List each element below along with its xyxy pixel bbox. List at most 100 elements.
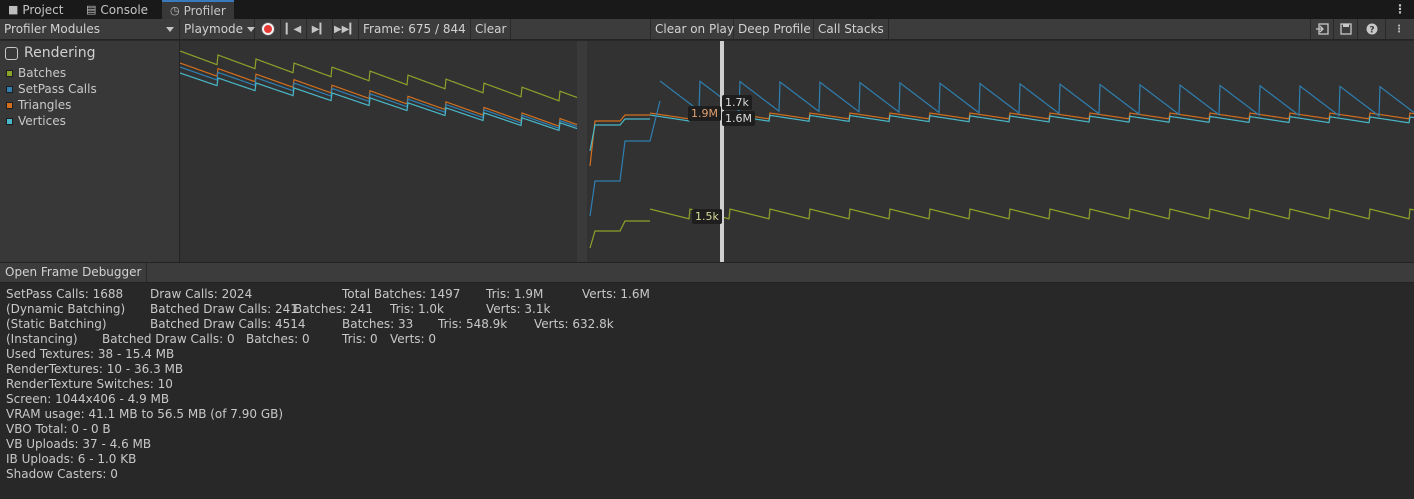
stat-dynamic-batches: Batches: 241 <box>294 302 373 316</box>
frame-debugger-bar: Open Frame Debugger <box>0 262 1414 283</box>
record-button[interactable] <box>255 19 281 39</box>
chart-series-group <box>180 50 1414 249</box>
tab-label: Project <box>22 2 64 17</box>
stat-static-tris: Tris: 548.9k <box>438 317 508 331</box>
call-stacks-label: Call Stacks <box>818 22 884 36</box>
legend-label: SetPass Calls <box>18 82 97 96</box>
rendering-module-header[interactable]: Rendering <box>5 45 96 61</box>
batches-swatch <box>6 69 13 77</box>
stat-vram: VRAM usage: 41.1 MB to 56.5 MB (of 7.90 … <box>6 407 284 421</box>
window-tab-bar: ■ Project ▤ Console ◷ Profiler ⋮ <box>0 0 1414 19</box>
chevron-down-icon <box>166 27 174 32</box>
profiler-modules-dropdown[interactable]: Profiler Modules <box>0 19 180 39</box>
legend-item-batches[interactable]: Batches <box>6 66 66 80</box>
save-icon <box>1339 23 1352 35</box>
help-button[interactable]: ? <box>1358 19 1386 39</box>
stat-instancing-tris: Tris: 0 <box>342 332 378 346</box>
skip-forward-icon: ▶▶▎ <box>333 23 358 35</box>
legend-label: Triangles <box>18 98 72 112</box>
svg-text:?: ? <box>1369 26 1374 36</box>
stat-vbo-total: VBO Total: 0 - 0 B <box>6 422 111 436</box>
profiler-icon: ◷ <box>170 4 180 17</box>
stat-instancing-label: (Instancing) <box>6 332 78 346</box>
rendering-stats-panel: SetPass Calls: 1688 Draw Calls: 2024 Tot… <box>0 284 1414 499</box>
open-frame-debugger-button[interactable]: Open Frame Debugger <box>0 263 148 282</box>
legend-item-triangles[interactable]: Triangles <box>6 98 71 112</box>
frame-counter: Frame: 675 / 844 <box>359 19 471 39</box>
stat-static-batching-label: (Static Batching) <box>6 317 107 331</box>
legend-label: Vertices <box>18 114 66 128</box>
call-stacks-toggle[interactable]: Call Stacks <box>814 19 889 39</box>
skip-back-icon: ▎◀ <box>285 23 302 35</box>
stat-instancing-verts: Verts: 0 <box>390 332 437 346</box>
triangles-swatch <box>6 101 13 109</box>
tab-console[interactable]: ▤ Console <box>78 0 156 19</box>
deep-profile-label: Deep Profile <box>738 22 811 36</box>
stat-instancing-batched: Batched Draw Calls: 0 <box>102 332 235 346</box>
rendering-chart[interactable]: 1.9M 1.7k 1.6M 1.5k <box>180 41 1414 262</box>
stat-render-texture-switches: RenderTexture Switches: 10 <box>6 377 173 391</box>
stat-verts: Verts: 1.6M <box>582 287 650 301</box>
profiler-toolbar: Profiler Modules Playmode ▎◀ ▶▎ ▶▶▎ Fram… <box>0 19 1414 40</box>
stat-instancing-batches: Batches: 0 <box>246 332 310 346</box>
deep-profile-toggle[interactable]: Deep Profile <box>734 19 814 39</box>
help-icon: ? <box>1366 23 1377 36</box>
step-forward-icon: ▶▎ <box>311 23 328 35</box>
console-icon: ▤ <box>86 3 97 16</box>
clear-on-play-toggle[interactable]: Clear on Play <box>650 19 734 39</box>
stat-dynamic-verts: Verts: 3.1k <box>486 302 551 316</box>
clear-button[interactable]: Clear <box>471 19 511 39</box>
kebab-menu-icon[interactable]: ⋮ <box>1394 0 1406 19</box>
vertices-swatch <box>6 117 13 125</box>
tab-project[interactable]: ■ Project <box>0 0 71 19</box>
stat-shadow-casters: Shadow Casters: 0 <box>6 467 118 481</box>
tab-label: Console <box>100 2 149 17</box>
module-title: Rendering <box>24 45 96 61</box>
rendering-chart-plot <box>180 41 1414 262</box>
batches-value-label: 1.5k <box>692 209 722 224</box>
tab-profiler[interactable]: ◷ Profiler <box>162 0 234 19</box>
triangles-value-label: 1.9M <box>688 106 721 121</box>
legend-item-setpass-calls[interactable]: SetPass Calls <box>6 82 97 96</box>
stat-tris: Tris: 1.9M <box>486 287 544 301</box>
save-button[interactable] <box>1334 19 1358 39</box>
first-frame-button[interactable]: ▎◀ <box>281 19 307 39</box>
load-button[interactable] <box>1310 19 1334 39</box>
last-frame-button[interactable]: ▶▶▎ <box>333 19 359 39</box>
record-icon <box>261 23 274 35</box>
stat-total-batches: Total Batches: 1497 <box>342 287 461 301</box>
setpass-swatch <box>6 85 13 93</box>
legend-label: Batches <box>18 66 67 80</box>
load-icon <box>1315 23 1329 35</box>
stat-dynamic-batching-label: (Dynamic Batching) <box>6 302 126 316</box>
stat-dynamic-tris: Tris: 1.0k <box>390 302 444 316</box>
folder-icon: ■ <box>8 3 19 16</box>
stat-screen: Screen: 1044x406 - 4.9 MB <box>6 392 170 406</box>
rendering-module-icon <box>5 46 18 60</box>
triangles-line <box>180 62 578 128</box>
stat-dynamic-batched: Batched Draw Calls: 241 <box>150 302 298 316</box>
chevron-down-icon <box>247 27 256 32</box>
more-options-button[interactable]: ⋮ <box>1386 19 1412 39</box>
profiler-modules-panel: Rendering Batches SetPass Calls Triangle… <box>0 41 180 262</box>
frame-label: Frame: 675 / 844 <box>363 22 466 36</box>
stat-draw-calls: Draw Calls: 2024 <box>150 287 253 301</box>
kebab-menu-icon: ⋮ <box>1394 23 1404 35</box>
stat-render-textures: RenderTextures: 10 - 36.3 MB <box>6 362 184 376</box>
clear-label: Clear <box>475 22 507 36</box>
setpass-value-label: 1.7k <box>722 95 752 110</box>
tab-label: Profiler <box>183 3 226 18</box>
stat-static-verts: Verts: 632.8k <box>534 317 614 331</box>
setpass-line-2 <box>589 80 1414 217</box>
stat-static-batched: Batched Draw Calls: 4514 <box>150 317 306 331</box>
profiler-modules-label: Profiler Modules <box>4 22 100 36</box>
stat-vb-uploads: VB Uploads: 37 - 4.6 MB <box>6 437 152 451</box>
stat-used-textures: Used Textures: 38 - 15.4 MB <box>6 347 175 361</box>
stat-static-batches: Batches: 33 <box>342 317 414 331</box>
clear-on-play-label: Clear on Play <box>655 22 734 36</box>
legend-item-vertices[interactable]: Vertices <box>6 114 66 128</box>
playmode-dropdown[interactable]: Playmode <box>180 19 256 39</box>
stat-ib-uploads: IB Uploads: 6 - 1.0 KB <box>6 452 137 466</box>
next-frame-button[interactable]: ▶▎ <box>307 19 333 39</box>
frame-selection-line[interactable] <box>720 41 724 262</box>
